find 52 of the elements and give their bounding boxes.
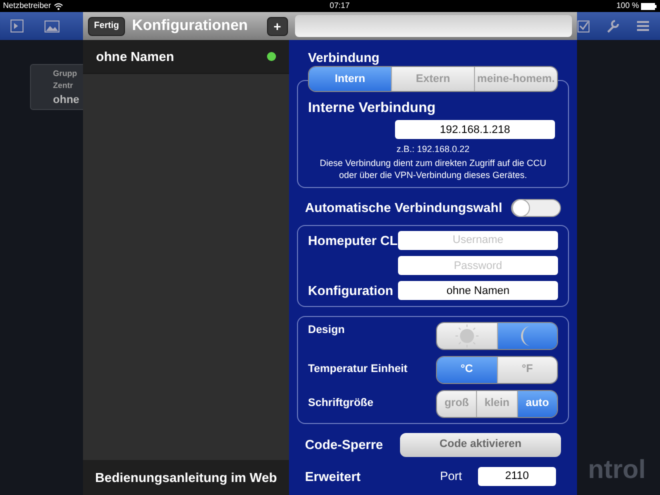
panel-icon[interactable] xyxy=(10,19,24,33)
image-icon[interactable] xyxy=(44,20,60,32)
auto-connection-toggle[interactable] xyxy=(511,198,561,216)
segment-option[interactable]: groß xyxy=(437,390,476,416)
tile-text: Grupp xyxy=(53,68,77,80)
dark-theme-option[interactable] xyxy=(496,322,557,348)
done-button[interactable]: Fertig xyxy=(88,16,126,36)
manual-link[interactable]: Bedienungsanleitung im Web xyxy=(83,460,289,495)
carrier-text: Netzbetreiber xyxy=(3,0,64,12)
sun-icon xyxy=(454,322,480,348)
clock-text: 07:17 xyxy=(330,0,350,12)
ip-address-field[interactable]: 192.168.1.218 xyxy=(395,120,555,139)
code-lock-label: Code-Sperre xyxy=(305,436,384,454)
search-field[interactable] xyxy=(294,15,572,37)
configuration-field[interactable]: ohne Namen xyxy=(398,281,558,300)
checkbox-icon[interactable] xyxy=(577,20,590,32)
wifi-icon xyxy=(54,2,64,10)
port-label: Port xyxy=(440,468,464,486)
segment-option[interactable]: klein xyxy=(476,390,517,416)
battery-text: 100 % xyxy=(616,0,657,12)
segment-option[interactable]: °C xyxy=(437,356,496,382)
advanced-label: Erweitert xyxy=(305,468,362,486)
auto-connection-label: Automatische Verbindungswahl xyxy=(305,198,502,217)
add-button[interactable]: + xyxy=(266,16,288,36)
section-heading: Verbindung xyxy=(308,49,380,66)
setting-label: Design xyxy=(308,322,345,338)
username-field[interactable]: Username xyxy=(398,230,558,250)
port-field[interactable]: 2110 xyxy=(478,466,556,486)
account-label: Homeputer CL xyxy=(308,232,398,250)
description-text: Diese Verbindung dient zum direkten Zugriff auf die CCU oder über die VPN-Verbindung dieses Gerätes. xyxy=(318,156,548,180)
configuration-label: Konfiguration xyxy=(308,282,394,300)
menu-icon[interactable] xyxy=(636,20,650,32)
setting-label: Temperatur Einheit xyxy=(308,362,408,378)
segment-option[interactable]: Intern xyxy=(309,67,391,91)
segment-option[interactable]: Extern xyxy=(391,67,474,91)
segment-option[interactable]: meine-homem. xyxy=(474,67,557,91)
configuration-name: ohne Namen xyxy=(96,48,174,66)
activate-code-button[interactable]: Code aktivieren xyxy=(400,432,561,456)
tile-text: Zentr xyxy=(53,80,73,92)
segment-option[interactable]: auto xyxy=(516,390,557,416)
password-field[interactable]: Password xyxy=(398,256,558,275)
section-heading: Interne Verbindung xyxy=(308,98,437,117)
tile-text: ohne xyxy=(53,93,80,108)
wrench-icon[interactable] xyxy=(606,19,620,33)
dialog-title: Konfigurationen xyxy=(132,16,249,36)
background-text: ntrol xyxy=(588,453,646,486)
battery-icon xyxy=(641,2,657,10)
setting-label: Schriftgröße xyxy=(308,396,374,412)
example-text: z.B.: 192.168.0.22 xyxy=(395,143,471,156)
light-theme-option[interactable] xyxy=(437,322,496,348)
configuration-item[interactable]: ohne Namen xyxy=(83,40,289,74)
segment-option[interactable]: °F xyxy=(496,356,557,382)
